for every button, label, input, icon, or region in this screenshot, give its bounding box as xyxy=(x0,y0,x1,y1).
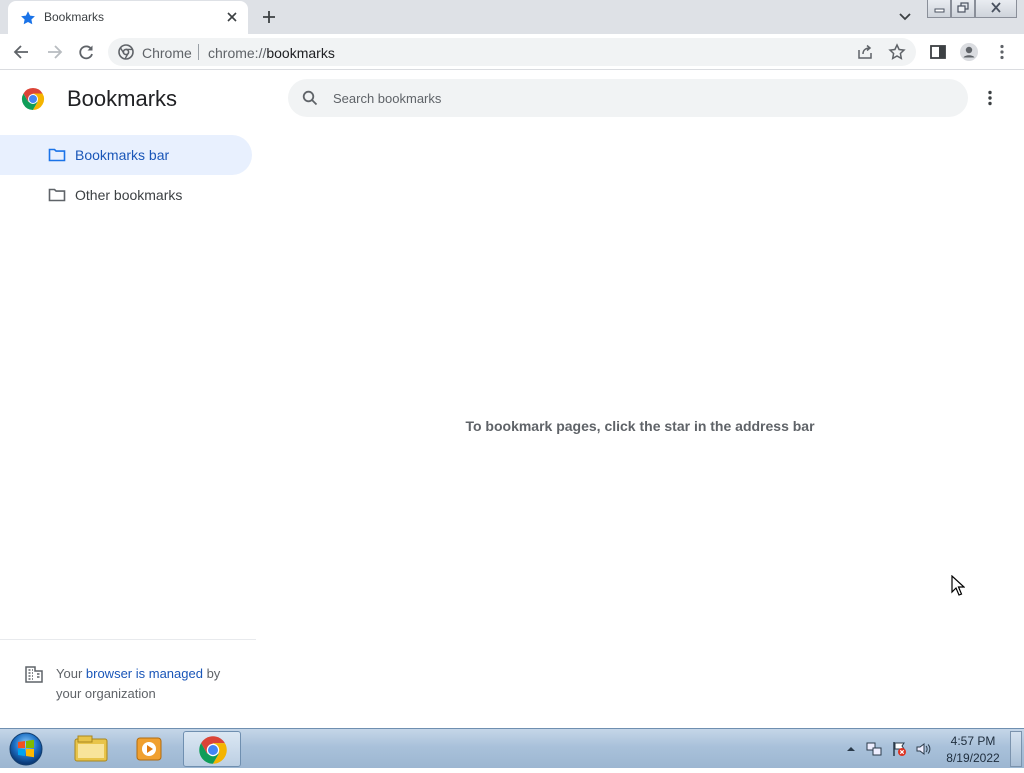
sidebar-divider xyxy=(0,639,256,640)
folder-icon xyxy=(48,148,66,162)
search-icon xyxy=(302,90,318,106)
share-icon[interactable] xyxy=(856,44,874,60)
star-outline-icon[interactable] xyxy=(888,43,906,61)
clock-time[interactable]: 4:57 PM xyxy=(940,734,1006,748)
windows-start-icon[interactable] xyxy=(6,731,46,767)
folder-explorer-icon xyxy=(74,735,108,762)
star-icon xyxy=(21,11,35,25)
tab-bookmarks[interactable]: Bookmarks xyxy=(8,1,248,34)
address-bar[interactable]: Chrome chrome://bookmarks xyxy=(108,38,916,66)
back-arrow-icon[interactable] xyxy=(12,42,32,62)
forward-arrow-icon[interactable] xyxy=(44,42,64,62)
mouse-cursor-icon xyxy=(951,575,965,596)
close-icon xyxy=(991,2,1001,13)
restore-icon xyxy=(957,2,969,13)
volume-icon[interactable] xyxy=(915,741,931,757)
side-panel-icon[interactable] xyxy=(928,42,948,62)
kebab-menu-icon[interactable] xyxy=(980,88,1000,108)
url-text[interactable]: chrome://bookmarks xyxy=(208,45,335,61)
taskbar-item-file-explorer[interactable] xyxy=(62,731,120,767)
show-desktop-button[interactable] xyxy=(1010,731,1022,767)
chrome-logo-icon xyxy=(21,88,45,110)
taskbar-item-chrome[interactable] xyxy=(183,731,241,767)
url-scheme: chrome:// xyxy=(208,45,267,61)
tab-strip: Bookmarks xyxy=(0,0,1024,34)
managed-link[interactable]: browser is managed xyxy=(86,666,203,681)
taskbar-item-media-player[interactable] xyxy=(122,731,180,767)
managed-prefix: Your xyxy=(56,666,86,681)
kebab-menu-icon[interactable] xyxy=(992,42,1012,62)
search-input[interactable] xyxy=(333,88,933,108)
site-chip: Chrome xyxy=(142,45,192,61)
minimize-button[interactable] xyxy=(927,0,951,18)
folder-icon xyxy=(48,188,66,202)
profile-icon[interactable] xyxy=(959,42,979,62)
browser-toolbar: Chrome chrome://bookmarks xyxy=(0,34,1024,70)
url-host: bookmarks xyxy=(266,45,335,61)
minimize-icon xyxy=(934,8,945,13)
tray-overflow-icon[interactable] xyxy=(843,741,859,757)
restore-button[interactable] xyxy=(951,0,975,18)
sidebar-item-label: Bookmarks bar xyxy=(75,147,170,163)
sidebar-item-label: Other bookmarks xyxy=(75,187,183,203)
search-bookmarks xyxy=(288,79,968,117)
sidebar-item-bookmarks-bar[interactable]: Bookmarks bar xyxy=(0,135,252,175)
page-title: Bookmarks xyxy=(67,86,178,111)
close-window-button[interactable] xyxy=(975,0,1017,18)
building-icon xyxy=(25,666,43,683)
chevron-down-icon[interactable] xyxy=(896,9,914,25)
tab-title: Bookmarks xyxy=(44,10,105,24)
clock-date[interactable]: 8/19/2022 xyxy=(940,751,1006,765)
reload-icon[interactable] xyxy=(76,42,96,62)
windows-taskbar: 4:57 PM 8/19/2022 xyxy=(0,728,1024,768)
chrome-icon xyxy=(199,736,227,764)
omnibox-separator xyxy=(198,44,199,60)
sidebar-item-other-bookmarks[interactable]: Other bookmarks xyxy=(0,175,252,215)
empty-state-message: To bookmark pages, click the star in the… xyxy=(465,418,815,434)
window-controls xyxy=(927,0,1017,18)
close-icon[interactable] xyxy=(224,9,240,25)
managed-notice: Your browser is managed by your organiza… xyxy=(56,664,246,704)
plus-icon[interactable] xyxy=(260,8,278,26)
action-center-icon[interactable] xyxy=(891,741,907,757)
chrome-icon xyxy=(118,44,134,60)
network-icon[interactable] xyxy=(866,741,882,757)
media-player-icon xyxy=(136,737,162,761)
